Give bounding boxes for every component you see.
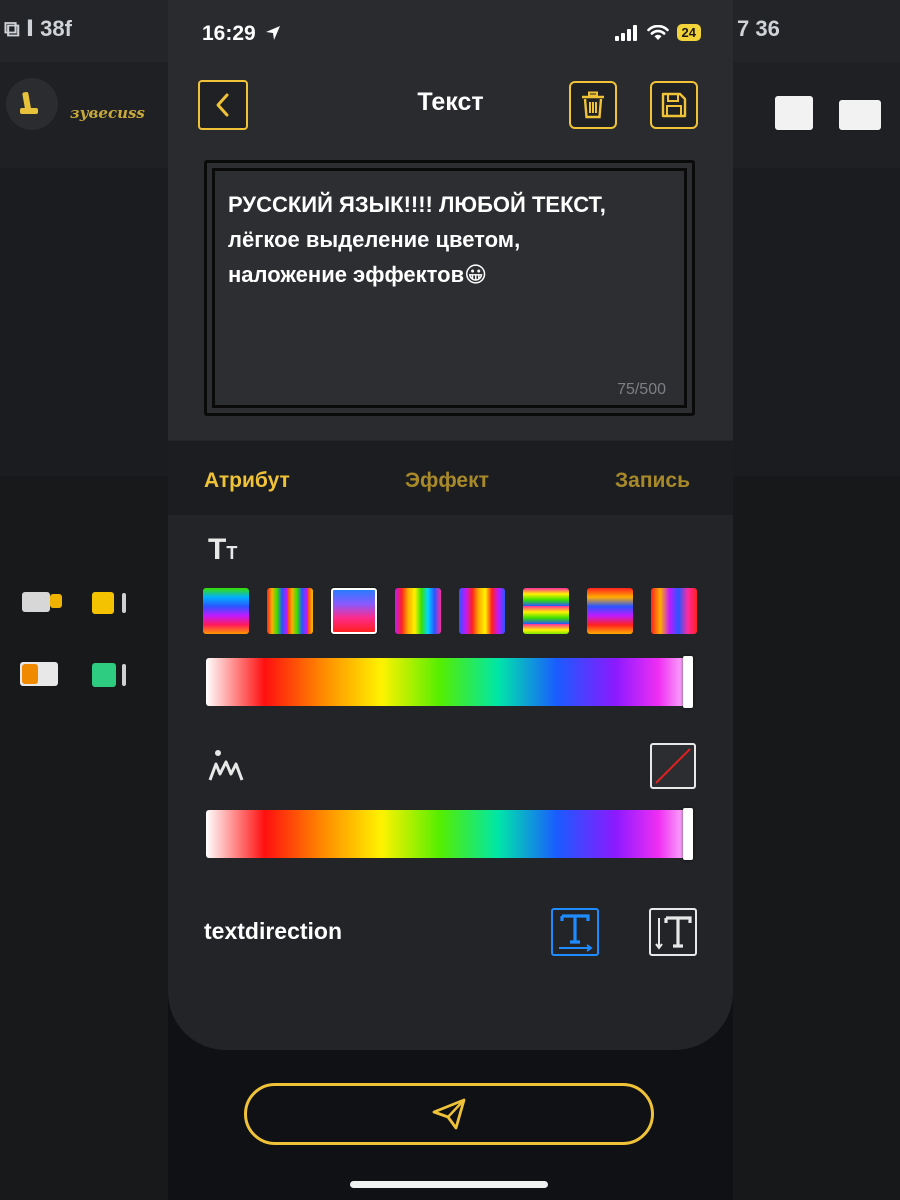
cellular-signal-icon xyxy=(614,24,637,41)
text-vertical-button[interactable] xyxy=(649,908,697,956)
background-right-lower xyxy=(733,476,900,1200)
no-color-icon xyxy=(655,748,691,784)
gradient-swatch[interactable] xyxy=(203,588,249,634)
gradient-swatch[interactable] xyxy=(395,588,441,634)
trash-icon xyxy=(582,91,604,119)
gradient-swatch[interactable] xyxy=(651,588,697,634)
no-color-button[interactable] xyxy=(650,743,696,789)
stroke-color-slider-handle[interactable] xyxy=(683,808,693,860)
text-horizontal-button[interactable] xyxy=(551,908,599,956)
wifi-icon xyxy=(646,24,669,40)
background-ghost-icon xyxy=(92,592,114,614)
background-ghost-icon xyxy=(22,592,50,612)
tab-effect[interactable]: Эффект xyxy=(405,469,489,493)
location-arrow-icon xyxy=(265,26,280,40)
text-color-slider-handle[interactable] xyxy=(683,656,693,708)
delete-button[interactable] xyxy=(569,81,617,129)
background-left-app-label: зувеcuss xyxy=(70,104,145,122)
background-ghost-icon xyxy=(22,664,38,684)
text-input-area[interactable]: РУССКИЙ ЯЗЫК!!!! ЛЮБОЙ ТЕКСТ, лёгкое выд… xyxy=(204,160,695,416)
floppy-save-icon xyxy=(661,92,687,118)
gradient-swatch[interactable] xyxy=(523,588,569,634)
background-ghost-icon xyxy=(122,593,126,613)
send-button[interactable] xyxy=(244,1083,654,1145)
text-input-value[interactable]: РУССКИЙ ЯЗЫК!!!! ЛЮБОЙ ТЕКСТ, лёгкое выд… xyxy=(228,187,678,292)
background-ghost-icon xyxy=(775,96,813,130)
status-icons: 24 xyxy=(614,24,701,41)
tab-record[interactable]: Запись xyxy=(615,469,690,493)
gradient-swatch[interactable] xyxy=(267,588,313,634)
background-left-lower xyxy=(0,476,168,1200)
background-ghost-icon xyxy=(122,664,126,686)
character-counter: 75/500 xyxy=(617,381,666,398)
home-indicator[interactable] xyxy=(350,1181,548,1188)
gradient-swatch[interactable] xyxy=(331,588,377,634)
gradient-swatch[interactable] xyxy=(459,588,505,634)
gradient-swatch[interactable] xyxy=(587,588,633,634)
background-right-screen: 7 36 xyxy=(733,0,900,1200)
background-left-body xyxy=(0,168,168,473)
stroke-color-slider[interactable] xyxy=(206,808,693,860)
background-left-avatar xyxy=(6,78,58,130)
background-ghost-icon xyxy=(92,663,116,687)
page-title: Текст xyxy=(417,88,484,116)
status-bar: 16:29 24 xyxy=(168,0,733,64)
text-size-icon: TT xyxy=(208,533,238,566)
phone-screen: 16:29 24 Текст РУССКИЙ ЯЗЫК!!!! ЛЮБОЙ ТЕ… xyxy=(168,0,733,1200)
background-left-screen: ⧉ Ⅰ 38f зувеcuss xyxy=(0,0,168,1200)
background-ghost-icon xyxy=(839,100,881,130)
stroke-width-icon xyxy=(208,750,244,781)
save-button[interactable] xyxy=(650,81,698,129)
status-time: 16:29 xyxy=(202,22,281,46)
send-paper-plane-icon xyxy=(432,1098,466,1130)
text-vertical-icon xyxy=(655,916,692,950)
background-right-time: 7 36 xyxy=(737,16,780,41)
attributes-panel xyxy=(168,440,733,1050)
background-ghost-icon xyxy=(50,594,62,608)
tab-bar: Атрибут Эффект Запись xyxy=(168,441,733,515)
battery-indicator: 24 xyxy=(676,24,701,41)
text-horizontal-icon xyxy=(559,914,593,952)
status-time-text: 16:29 xyxy=(202,22,256,45)
tab-attribute[interactable]: Атрибут xyxy=(204,469,290,493)
text-color-slider[interactable] xyxy=(206,656,693,708)
text-direction-label: textdirection xyxy=(204,918,343,944)
background-left-time: ⧉ Ⅰ 38f xyxy=(4,16,72,41)
